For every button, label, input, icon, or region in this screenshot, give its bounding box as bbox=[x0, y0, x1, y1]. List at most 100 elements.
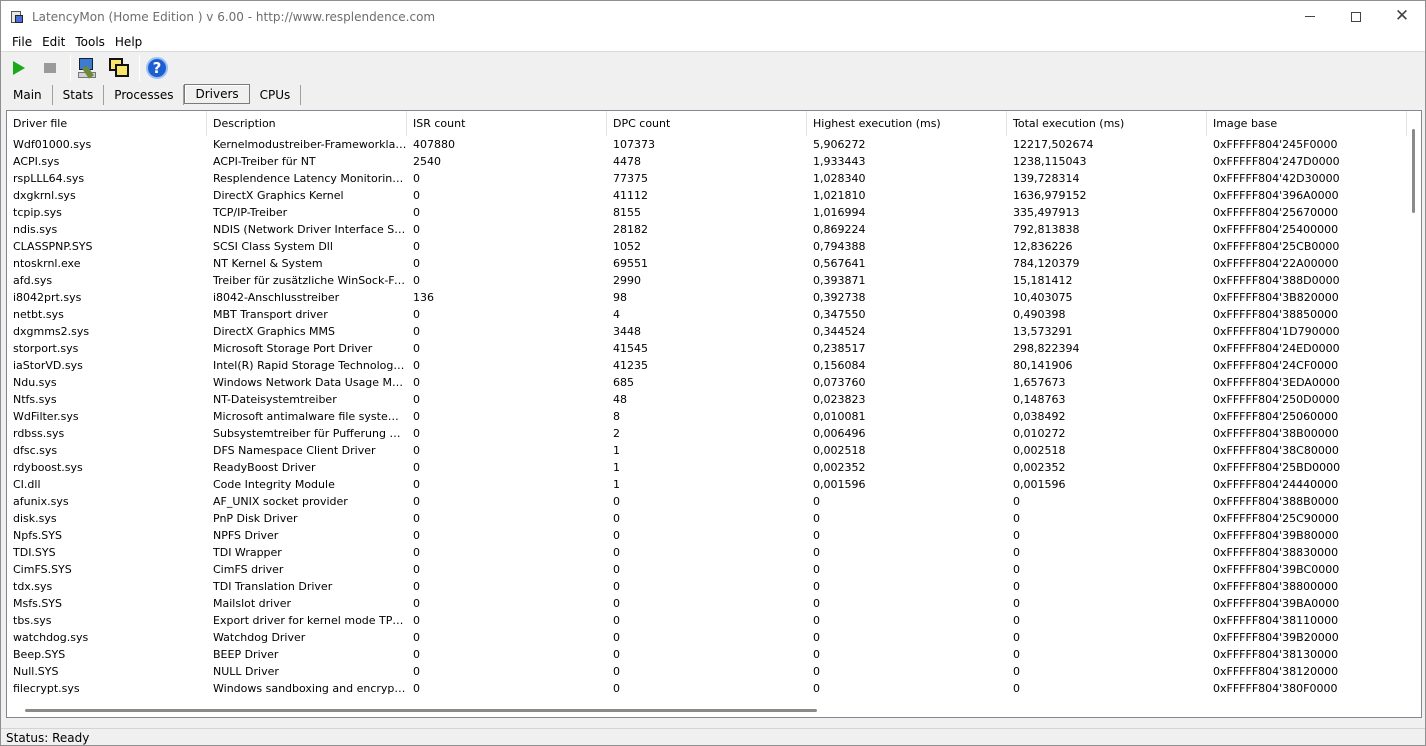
cell-description: Microsoft antimalware file system filt..… bbox=[213, 410, 407, 423]
start-button[interactable] bbox=[5, 54, 33, 82]
menu-edit[interactable]: Edit bbox=[35, 35, 70, 49]
table-row[interactable]: netbt.sys MBT Transport driver 0 4 0,347550 0… bbox=[7, 306, 1407, 323]
table-row[interactable]: dxgkrnl.sys DirectX Graphics Kernel 0 41112… bbox=[7, 187, 1407, 204]
tab-drivers[interactable]: Drivers bbox=[184, 84, 250, 104]
table-row[interactable]: rspLLL64.sys Resplendence Latency Monitor… bbox=[7, 170, 1407, 187]
table-row[interactable]: CLASSPNP.SYS SCSI Class System Dll 0 1052 0,… bbox=[7, 238, 1407, 255]
table-row[interactable]: storport.sys Microsoft Storage Port Drive… bbox=[7, 340, 1407, 357]
tab-cpus[interactable]: CPUs bbox=[250, 85, 302, 105]
table-row[interactable]: CI.dll Code Integrity Module 0 1 0,001596 0,0… bbox=[7, 476, 1407, 493]
cell-image-base: 0xFFFFF804'39B20000 bbox=[1213, 631, 1339, 644]
table-row[interactable]: filecrypt.sys Windows sandboxing and encr… bbox=[7, 680, 1407, 697]
table-row[interactable]: Null.SYS NULL Driver 0 0 0 0 0xFFFFF804'381200… bbox=[7, 663, 1407, 680]
table-row[interactable]: Ndu.sys Windows Network Data Usage Monit.… bbox=[7, 374, 1407, 391]
table-row[interactable]: tcpip.sys TCP/IP-Treiber 0 8155 1,016994 335,… bbox=[7, 204, 1407, 221]
table-row[interactable]: ACPI.sys ACPI-Treiber für NT 2540 4478 1,933… bbox=[7, 153, 1407, 170]
table-row[interactable]: TDI.SYS TDI Wrapper 0 0 0 0 0xFFFFF804'3883000… bbox=[7, 544, 1407, 561]
cell-dpc-count: 69551 bbox=[613, 257, 648, 270]
windows-button[interactable] bbox=[105, 54, 133, 82]
cell-highest-execution: 0 bbox=[813, 512, 820, 525]
cell-total-execution: 0 bbox=[1013, 614, 1020, 627]
table-row[interactable]: WdFilter.sys Microsoft antimalware file s… bbox=[7, 408, 1407, 425]
column-image-base[interactable]: Image base bbox=[1207, 111, 1407, 136]
scrollbar-thumb[interactable] bbox=[1412, 129, 1415, 213]
cell-total-execution: 784,120379 bbox=[1013, 257, 1080, 270]
cell-isr-count: 0 bbox=[413, 529, 420, 542]
horizontal-scrollbar[interactable] bbox=[7, 703, 1421, 717]
cell-isr-count: 0 bbox=[413, 665, 420, 678]
tools-button[interactable] bbox=[74, 54, 102, 82]
maximize-button[interactable] bbox=[1333, 1, 1379, 32]
table-row[interactable]: afd.sys Treiber für zusätzliche WinSock-F… bbox=[7, 272, 1407, 289]
column-total-execution[interactable]: Total execution (ms) bbox=[1007, 111, 1207, 136]
tab-processes[interactable]: Processes bbox=[104, 85, 185, 105]
table-row[interactable]: tdx.sys TDI Translation Driver 0 0 0 0 0xFFFFF… bbox=[7, 578, 1407, 595]
cell-dpc-count: 8155 bbox=[613, 206, 641, 219]
cell-image-base: 0xFFFFF804'3B820000 bbox=[1213, 291, 1339, 304]
table-row[interactable]: dxgmms2.sys DirectX Graphics MMS 0 3448 0,34… bbox=[7, 323, 1407, 340]
menu-help[interactable]: Help bbox=[108, 35, 147, 49]
close-button[interactable]: ✕ bbox=[1379, 1, 1425, 32]
table-row[interactable]: rdbss.sys Subsystemtreiber für Pufferung … bbox=[7, 425, 1407, 442]
drivers-list[interactable]: Driver file Description ISR count DPC co… bbox=[6, 110, 1422, 718]
column-isr-count[interactable]: ISR count bbox=[407, 111, 607, 136]
stop-button[interactable] bbox=[36, 54, 64, 82]
menu-tools[interactable]: Tools bbox=[68, 35, 110, 49]
cell-image-base: 0xFFFFF804'25C90000 bbox=[1213, 512, 1339, 525]
cell-driver-file: storport.sys bbox=[13, 342, 79, 355]
cell-total-execution: 0,490398 bbox=[1013, 308, 1066, 321]
column-dpc-count[interactable]: DPC count bbox=[607, 111, 807, 136]
cell-highest-execution: 0 bbox=[813, 631, 820, 644]
cell-image-base: 0xFFFFF804'39BC0000 bbox=[1213, 563, 1340, 576]
cell-dpc-count: 4478 bbox=[613, 155, 641, 168]
table-row[interactable]: Ntfs.sys NT-Dateisystemtreiber 0 48 0,023823… bbox=[7, 391, 1407, 408]
table-row[interactable]: Wdf01000.sys Kernelmodustreiber-Framework… bbox=[7, 136, 1407, 153]
cell-dpc-count: 0 bbox=[613, 512, 620, 525]
column-description[interactable]: Description bbox=[207, 111, 407, 136]
menu-file[interactable]: File bbox=[5, 35, 37, 49]
cell-highest-execution: 0 bbox=[813, 665, 820, 678]
cell-description: Subsystemtreiber für Pufferung des... bbox=[213, 427, 407, 440]
help-button[interactable]: ? bbox=[143, 54, 171, 82]
scrollbar-thumb[interactable] bbox=[25, 709, 817, 712]
table-row[interactable]: Msfs.SYS Mailslot driver 0 0 0 0 0xFFFFF804'39… bbox=[7, 595, 1407, 612]
table-row[interactable]: ndis.sys NDIS (Network Driver Interface S… bbox=[7, 221, 1407, 238]
cell-description: DirectX Graphics Kernel bbox=[213, 189, 344, 202]
tab-main[interactable]: Main bbox=[3, 85, 53, 105]
cell-total-execution: 0,038492 bbox=[1013, 410, 1066, 423]
cell-highest-execution: 0 bbox=[813, 495, 820, 508]
table-row[interactable]: ntoskrnl.exe NT Kernel & System 0 69551 0,56… bbox=[7, 255, 1407, 272]
vertical-scrollbar[interactable] bbox=[1407, 111, 1421, 705]
table-row[interactable]: i8042prt.sys i8042-Anschlusstreiber 136 98 0… bbox=[7, 289, 1407, 306]
table-row[interactable]: rdyboost.sys ReadyBoost Driver 0 1 0,002352 0… bbox=[7, 459, 1407, 476]
cell-image-base: 0xFFFFF804'38850000 bbox=[1213, 308, 1339, 321]
cell-driver-file: netbt.sys bbox=[13, 308, 64, 321]
table-row[interactable]: CimFS.SYS CimFS driver 0 0 0 0 0xFFFFF804'39BC… bbox=[7, 561, 1407, 578]
cell-total-execution: 0,148763 bbox=[1013, 393, 1066, 406]
cell-dpc-count: 1 bbox=[613, 478, 620, 491]
table-row[interactable]: disk.sys PnP Disk Driver 0 0 0 0 0xFFFFF804'25… bbox=[7, 510, 1407, 527]
cell-highest-execution: 0 bbox=[813, 546, 820, 559]
table-row[interactable]: Npfs.SYS NPFS Driver 0 0 0 0 0xFFFFF804'39B800… bbox=[7, 527, 1407, 544]
cell-description: SCSI Class System Dll bbox=[213, 240, 333, 253]
minimize-button[interactable] bbox=[1287, 1, 1333, 32]
cell-total-execution: 792,813838 bbox=[1013, 223, 1080, 236]
table-row[interactable]: tbs.sys Export driver for kernel mode TPM… bbox=[7, 612, 1407, 629]
cell-description: Watchdog Driver bbox=[213, 631, 306, 644]
cell-image-base: 0xFFFFF804'250D0000 bbox=[1213, 393, 1340, 406]
cell-image-base: 0xFFFFF804'388D0000 bbox=[1213, 274, 1340, 287]
table-row[interactable]: Beep.SYS BEEP Driver 0 0 0 0 0xFFFFF804'381300… bbox=[7, 646, 1407, 663]
table-row[interactable]: watchdog.sys Watchdog Driver 0 0 0 0 0xFFFFF80… bbox=[7, 629, 1407, 646]
toolbar-separator bbox=[70, 55, 71, 81]
tab-stats[interactable]: Stats bbox=[53, 85, 105, 105]
cell-highest-execution: 0 bbox=[813, 648, 820, 661]
cell-image-base: 0xFFFFF804'3EDA0000 bbox=[1213, 376, 1340, 389]
table-row[interactable]: dfsc.sys DFS Namespace Client Driver 0 1 0,0… bbox=[7, 442, 1407, 459]
cell-description: NPFS Driver bbox=[213, 529, 279, 542]
column-driver-file[interactable]: Driver file bbox=[7, 111, 207, 136]
table-row[interactable]: afunix.sys AF_UNIX socket provider 0 0 0 0 0xF… bbox=[7, 493, 1407, 510]
table-row[interactable]: iaStorVD.sys Intel(R) Rapid Storage Techn… bbox=[7, 357, 1407, 374]
column-highest-execution[interactable]: Highest execution (ms) bbox=[807, 111, 1007, 136]
cell-image-base: 0xFFFFF804'380F0000 bbox=[1213, 682, 1338, 695]
cell-highest-execution: 0 bbox=[813, 529, 820, 542]
